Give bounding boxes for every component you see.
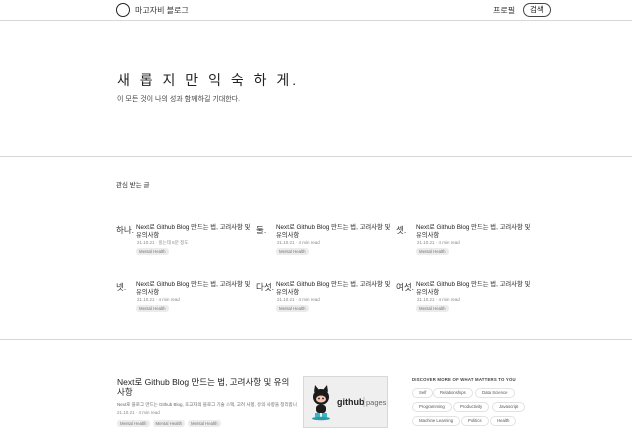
- card-number: 여섯.: [396, 282, 415, 292]
- post-tag[interactable]: Mental Health: [117, 420, 150, 427]
- featured-post-card[interactable]: 여섯. Next로 Github Blog 만드는 법, 고려사항 및 유의사항…: [396, 281, 536, 321]
- featured-section-label: 관심 받는 글: [116, 182, 150, 189]
- post-thumbnail[interactable]: github pages: [303, 376, 388, 428]
- card-meta: 21.10.21 · 4 min read: [417, 240, 460, 245]
- card-tag[interactable]: Mental Health: [276, 248, 309, 255]
- svg-text:pages: pages: [366, 398, 387, 407]
- logo-circle-icon[interactable]: [116, 3, 130, 17]
- topic-chip[interactable]: Relationships: [433, 388, 473, 398]
- featured-post-card[interactable]: 다섯. Next로 Github Blog 만드는 법, 고려사항 및 유의사항…: [256, 281, 396, 321]
- card-number: 다섯.: [256, 282, 275, 292]
- card-title-link[interactable]: Next로 Github Blog 만드는 법, 고려사항 및 유의사항: [136, 281, 251, 296]
- hero-title: 새 롭 지 만 익 숙 하 게.: [117, 72, 300, 88]
- card-tag[interactable]: Mental Health: [276, 305, 309, 312]
- card-meta: 21.10.21 · 4 min read: [277, 240, 320, 245]
- card-title-link[interactable]: Next로 Github Blog 만드는 법, 고려사항 및 유의사항: [136, 224, 251, 239]
- github-pages-logo: github pages: [304, 377, 387, 427]
- card-number: 둘.: [256, 225, 267, 235]
- card-title-link[interactable]: Next로 Github Blog 만드는 법, 고려사항 및 유의사항: [276, 281, 391, 296]
- topic-chip[interactable]: Data Science: [475, 388, 515, 398]
- hero-subtitle: 이 모든 것이 나의 성과 함께하길 기대한다.: [117, 96, 241, 103]
- featured-post-card[interactable]: 셋. Next로 Github Blog 만드는 법, 고려사항 및 유의사항 …: [396, 224, 536, 264]
- card-title-link[interactable]: Next로 Github Blog 만드는 법, 고려사항 및 유의사항: [416, 224, 531, 239]
- card-title-link[interactable]: Next로 Github Blog 만드는 법, 고려사항 및 유의사항: [276, 224, 391, 239]
- card-tag[interactable]: Mental Health: [416, 248, 449, 255]
- card-number: 넷.: [116, 282, 127, 292]
- post-title-link[interactable]: Next로 Github Blog 만드는 법, 고려사항 및 유의사항: [117, 377, 297, 397]
- topic-chip[interactable]: Javascript: [492, 402, 526, 412]
- post-meta: 21.10.21 · 4 min read: [117, 410, 160, 415]
- section-divider: [0, 339, 632, 340]
- search-button[interactable]: 검색: [523, 3, 551, 17]
- nav-profile-link[interactable]: 프로필: [493, 5, 515, 16]
- topic-chip[interactable]: Machine Learning: [412, 416, 461, 426]
- topic-chip[interactable]: Productivity: [453, 402, 490, 412]
- card-number: 하나.: [116, 225, 135, 235]
- card-tag[interactable]: Mental Health: [416, 305, 449, 312]
- post-tag-list: Mental Health Mental Health Mental Healt…: [117, 420, 221, 427]
- featured-post-card[interactable]: 넷. Next로 Github Blog 만드는 법, 고려사항 및 유의사항 …: [116, 281, 256, 321]
- topic-chip[interactable]: Programming: [412, 402, 452, 412]
- post-tag[interactable]: Mental Health: [188, 420, 221, 427]
- topic-chip[interactable]: Self: [412, 388, 434, 398]
- section-divider: [0, 156, 632, 157]
- post-description: Next로 블로그 만드는 Github Blog, 초고자의 블로그 기술 스…: [117, 402, 297, 407]
- card-title-link[interactable]: Next로 Github Blog 만드는 법, 고려사항 및 유의사항: [416, 281, 531, 296]
- svg-text:github: github: [337, 397, 365, 407]
- card-tag[interactable]: Mental Health: [136, 305, 169, 312]
- topic-chip[interactable]: Health: [490, 416, 517, 426]
- card-meta: 21.10.21 · 4 min read: [277, 297, 320, 302]
- featured-post-card[interactable]: 둘. Next로 Github Blog 만드는 법, 고려사항 및 유의사항 …: [256, 224, 396, 264]
- blog-brand-link[interactable]: 마고자비 블로그: [135, 5, 189, 16]
- discover-heading: DISCOVER MORE OF WHAT MATTERS TO YOU: [412, 377, 516, 382]
- post-tag[interactable]: Mental Health: [152, 420, 186, 427]
- featured-post-card[interactable]: 하나. Next로 Github Blog 만드는 법, 고려사항 및 유의사항…: [116, 224, 256, 264]
- card-tag[interactable]: Mental Health: [136, 248, 169, 255]
- card-meta: 21.10.21 · 4 min read: [137, 297, 180, 302]
- card-meta: 21.10.21 · 4 min read: [417, 297, 460, 302]
- topic-chip[interactable]: Politics: [461, 416, 489, 426]
- card-meta: 21.10.21 · 읽는데 6분 정도: [137, 240, 189, 245]
- card-number: 셋.: [396, 225, 407, 235]
- top-nav-bar: 마고자비 블로그 프로필 검색: [0, 0, 632, 21]
